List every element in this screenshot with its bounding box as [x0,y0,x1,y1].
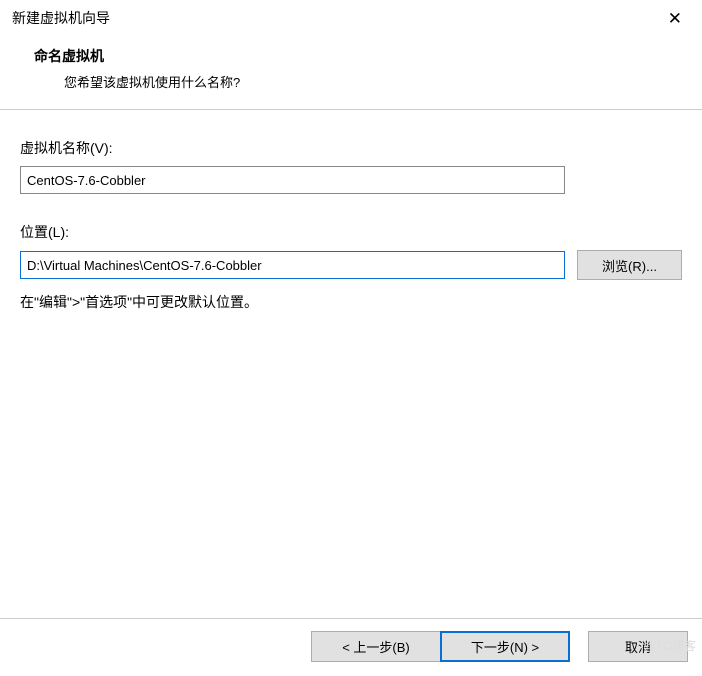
vm-location-group: 位置(L): 浏览(R)... 在"编辑">"首选项"中可更改默认位置。 [20,222,682,312]
location-row: 浏览(R)... [20,250,682,280]
vm-location-label: 位置(L): [20,222,682,242]
location-hint: 在"编辑">"首选项"中可更改默认位置。 [20,292,682,312]
wizard-footer: < 上一步(B) 下一步(N) > 取消 [0,618,702,662]
cancel-button[interactable]: 取消 [588,631,688,662]
titlebar: 新建虚拟机向导 ✕ [0,0,702,36]
header-title: 命名虚拟机 [24,46,678,66]
back-button[interactable]: < 上一步(B) [311,631,441,662]
vm-name-input[interactable] [20,166,565,194]
footer-divider [0,618,702,619]
window-title: 新建虚拟机向导 [12,8,110,28]
vm-name-group: 虚拟机名称(V): [20,138,682,194]
wizard-content: 虚拟机名称(V): 位置(L): 浏览(R)... 在"编辑">"首选项"中可更… [0,110,702,322]
vm-name-label: 虚拟机名称(V): [20,138,682,158]
wizard-header: 命名虚拟机 您希望该虚拟机使用什么名称? [0,36,702,109]
vm-location-input[interactable] [20,251,565,279]
next-button[interactable]: 下一步(N) > [440,631,570,662]
header-subtitle: 您希望该虚拟机使用什么名称? [24,72,678,91]
footer-buttons: < 上一步(B) 下一步(N) > 取消 [0,631,702,662]
close-icon[interactable]: ✕ [660,6,690,31]
browse-button[interactable]: 浏览(R)... [577,250,682,280]
